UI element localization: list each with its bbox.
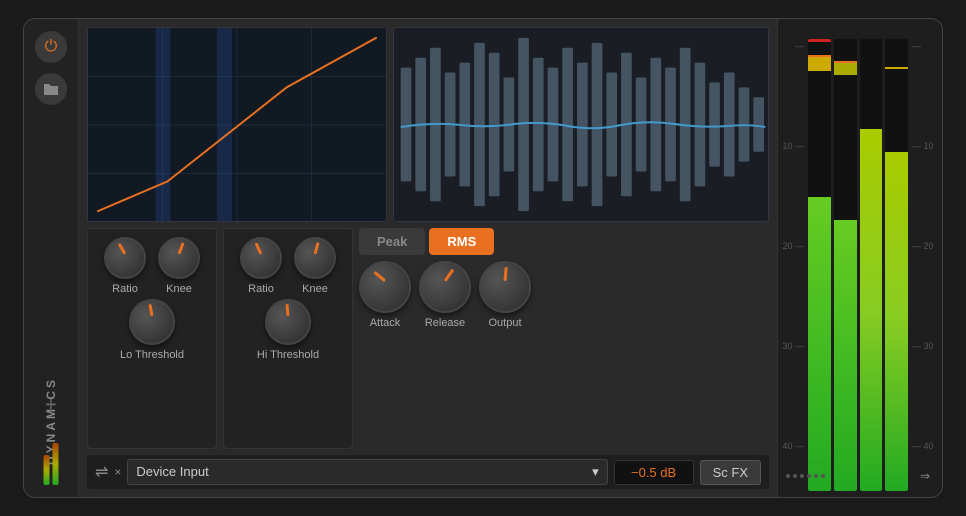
waveform-svg (394, 28, 768, 221)
peak-marker-4 (885, 67, 908, 69)
lo-threshold-knob[interactable] (129, 299, 175, 345)
hi-top-knob-row: Ratio Knee (240, 237, 336, 295)
route-button[interactable]: ⇒ (916, 465, 934, 487)
green-fill-4 (885, 152, 908, 491)
rscale-10: — 10 (912, 141, 934, 151)
release-knob[interactable] (419, 261, 471, 313)
add-left-button[interactable]: + (45, 394, 57, 417)
dot-4 (807, 474, 811, 478)
lo-knee-label: Knee (166, 283, 192, 295)
lo-ratio-group: Ratio (104, 237, 146, 295)
output-knob[interactable] (479, 261, 531, 313)
waveform-display (393, 27, 769, 222)
folder-button[interactable] (35, 73, 67, 105)
scale-top: — (795, 41, 804, 51)
transfer-graph-svg (88, 28, 386, 221)
remove-device-button[interactable]: × (114, 465, 121, 479)
right-controls: Peak RMS Attack Release Output (359, 228, 769, 449)
scale-20: 20 — (782, 241, 804, 251)
plugin-container: ⏻ DYNAMICS + (23, 18, 943, 498)
bottom-bar: ⇌ × Device Input ▾ −0.5 dB Sc FX (87, 455, 769, 489)
hi-ratio-label: Ratio (248, 283, 274, 295)
peak-button[interactable]: Peak (359, 228, 425, 255)
rscale-top: — (912, 41, 921, 51)
lo-top-knob-row: Ratio Knee (104, 237, 200, 295)
dot-2 (793, 474, 797, 478)
release-label: Release (425, 317, 465, 329)
right-scale: — — 10 — 20 — 30 — 40 (910, 25, 938, 451)
lo-ratio-label: Ratio (112, 283, 138, 295)
attack-group: Attack (359, 261, 411, 329)
hi-ratio-group: Ratio (240, 237, 282, 295)
output-label: Output (488, 317, 521, 329)
controls-area: Ratio Knee Lo Threshold Rat (87, 228, 769, 449)
clip-indicator-1 (808, 39, 831, 42)
dot-1 (786, 474, 790, 478)
green-fill-3 (860, 129, 883, 491)
sc-fx-button[interactable]: Sc FX (700, 460, 761, 485)
hi-compressor-section: Ratio Knee Hi Threshold (223, 228, 353, 449)
meter-bar-3 (860, 39, 883, 491)
mini-meter-left (44, 435, 59, 485)
lo-threshold-group: Lo Threshold (120, 299, 184, 361)
hi-knee-label: Knee (302, 283, 328, 295)
top-displays (87, 27, 769, 222)
main-content: Ratio Knee Lo Threshold Rat (79, 19, 777, 497)
rms-button[interactable]: RMS (429, 228, 494, 255)
meter-bottom-controls: ⇒ (782, 461, 938, 491)
lo-knee-knob[interactable] (158, 237, 200, 279)
peak-rms-row: Peak RMS (359, 228, 769, 255)
meter-dots-area (786, 474, 825, 478)
hi-threshold-group: Hi Threshold (257, 299, 319, 361)
output-group: Output (479, 261, 531, 329)
lo-ratio-knob[interactable] (104, 237, 146, 279)
left-sidebar: ⏻ DYNAMICS + (24, 19, 79, 497)
hi-ratio-knob[interactable] (240, 237, 282, 279)
lo-threshold-label: Lo Threshold (120, 349, 184, 361)
yellow-zone-2 (834, 63, 857, 75)
yellow-zone-1 (808, 57, 831, 71)
lo-knee-group: Knee (158, 237, 200, 295)
hi-knee-knob[interactable] (294, 237, 336, 279)
green-fill-2 (834, 220, 857, 491)
dropdown-arrow: ▾ (592, 464, 599, 480)
meter-full-area: — 10 — 20 — 30 — 40 — (782, 25, 938, 491)
power-button[interactable]: ⏻ (35, 31, 67, 63)
ar-output-row: Attack Release Output (359, 261, 769, 329)
attack-label: Attack (370, 317, 401, 329)
rscale-20: — 20 (912, 241, 934, 251)
transfer-graph (87, 27, 387, 222)
hi-threshold-label: Hi Threshold (257, 349, 319, 361)
device-icon: ⇌ (95, 462, 108, 482)
lo-compressor-section: Ratio Knee Lo Threshold (87, 228, 217, 449)
meter-bar-2 (834, 39, 857, 491)
meter-panel: — 10 — 20 — 30 — 40 — (777, 19, 942, 497)
attack-knob[interactable] (359, 261, 411, 313)
dot-5 (814, 474, 818, 478)
hi-threshold-knob[interactable] (265, 299, 311, 345)
scale-30: 30 — (782, 341, 804, 351)
hi-knee-group: Knee (294, 237, 336, 295)
meter-bar-1 (808, 39, 831, 491)
mini-bar-1 (44, 455, 50, 485)
mini-bar-2 (53, 443, 59, 485)
green-fill-1 (808, 197, 831, 491)
release-group: Release (419, 261, 471, 329)
scale-40: 40 — (782, 441, 804, 451)
db-display: −0.5 dB (614, 460, 694, 485)
scale-10: 10 — (782, 141, 804, 151)
rscale-30: — 30 (912, 341, 934, 351)
dot-6 (821, 474, 825, 478)
meter-bar-4 (885, 39, 908, 491)
rscale-40: — 40 (912, 441, 934, 451)
left-scale: — 10 — 20 — 30 — 40 — (782, 25, 806, 451)
meter-bars-area (806, 25, 910, 491)
device-input-select[interactable]: Device Input ▾ (127, 459, 607, 485)
dot-3 (800, 474, 804, 478)
